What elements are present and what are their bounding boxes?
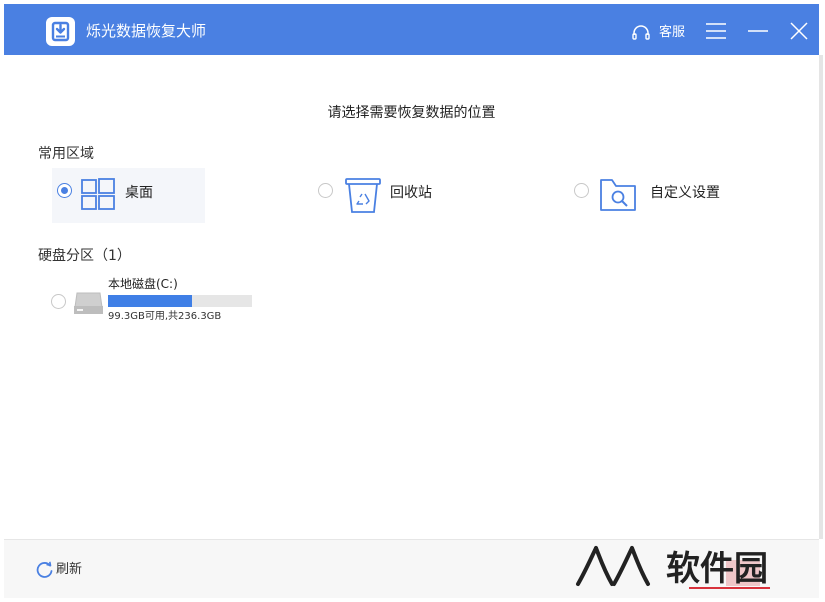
disk-item-c[interactable]: 本地磁盘(C:) 99.3GB可用,共236.3GB [44, 273, 264, 327]
location-prompt: 请选择需要恢复数据的位置 [327, 105, 496, 121]
common-section-title: 常用区域 [38, 146, 94, 162]
desktop-label: 桌面 [125, 185, 153, 201]
customer-service-label: 客服 [659, 25, 686, 40]
refresh-label: 刷新 [56, 562, 83, 577]
disk-c-info: 99.3GB可用,共236.3GB [108, 311, 222, 322]
close-button[interactable] [786, 19, 812, 45]
recycle-bin-radio[interactable] [318, 183, 333, 198]
custom-location-radio[interactable] [574, 183, 589, 198]
option-recycle-bin[interactable]: 回收站 [313, 168, 473, 223]
disk-c-radio[interactable] [51, 294, 66, 309]
disk-section-title: 硬盘分区（1） [38, 248, 131, 264]
footer-bar: 刷新 软件园 [4, 539, 819, 598]
main-panel: 请选择需要恢复数据的位置 常用区域 桌面 回收站 自定义设置 硬盘分区（1） 本… [4, 55, 823, 539]
minimize-button[interactable] [745, 19, 771, 45]
refresh-icon [36, 561, 53, 578]
hamburger-menu-icon [706, 23, 726, 39]
disk-c-usage-fill [108, 295, 192, 307]
close-icon [790, 22, 808, 40]
windows-icon [81, 178, 115, 210]
minimize-icon [748, 30, 768, 32]
desktop-radio[interactable] [57, 183, 72, 198]
disk-c-name: 本地磁盘(C:) [108, 277, 178, 291]
watermark-logo: 软件园 [574, 540, 814, 602]
option-custom-location[interactable]: 自定义设置 [569, 168, 759, 223]
app-title: 烁光数据恢复大师 [86, 22, 207, 40]
custom-location-label: 自定义设置 [650, 185, 720, 201]
option-desktop[interactable]: 桌面 [52, 168, 205, 223]
menu-button[interactable] [703, 19, 729, 45]
app-logo-icon [46, 17, 75, 46]
headset-icon [632, 25, 650, 40]
folder-search-icon [600, 179, 636, 211]
disk-c-usage-bar [108, 295, 252, 307]
recycle-bin-icon [345, 178, 381, 213]
title-bar: 烁光数据恢复大师 客服 [4, 4, 819, 55]
recycle-bin-label: 回收站 [390, 185, 432, 201]
hard-drive-icon [74, 292, 103, 314]
watermark-text: 软件园 [666, 550, 768, 588]
